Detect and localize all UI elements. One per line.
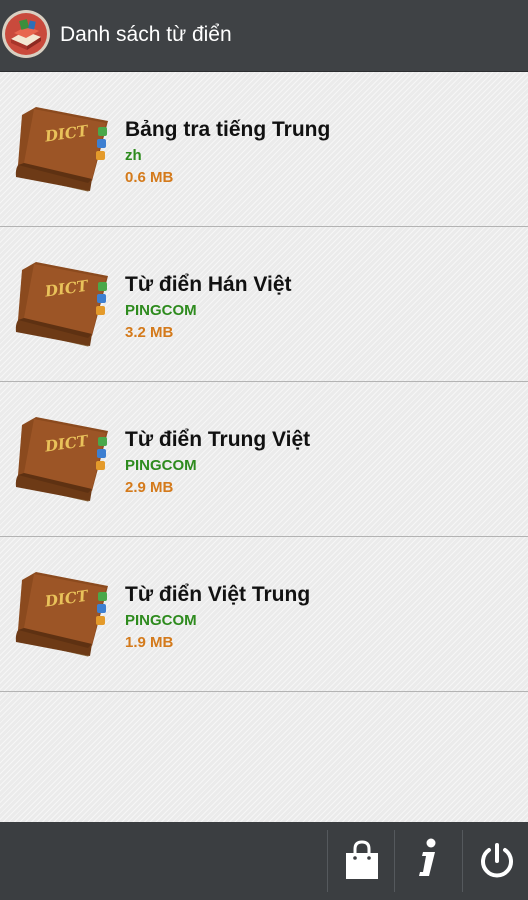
dictionary-author: PINGCOM [125,302,197,319]
dictionary-app-icon[interactable] [1,9,51,59]
dictionary-name: Bảng tra tiếng Trung [125,118,331,141]
dictionary-author: PINGCOM [125,457,197,474]
dictionary-name: Từ điển Hán Việt [125,273,292,296]
dictionary-book-icon: DICT [15,107,108,192]
dictionary-book-icon: DICT [15,262,108,347]
dictionary-author: zh [125,147,142,164]
dictionary-book-icon: DICT [15,572,108,657]
store-button[interactable] [328,822,394,900]
list-item[interactable]: DICT Bảng tra tiếng Trung zh 0.6 MB [0,72,528,227]
power-icon [481,843,513,878]
info-icon [419,838,436,876]
dictionary-size: 2.9 MB [125,479,174,496]
app-bar: Danh sách từ điển [0,0,528,72]
dictionary-size: 3.2 MB [125,324,174,341]
page-title: Danh sách từ điển [60,23,232,46]
list-item[interactable]: DICT Từ điển Trung Việt PINGCOM 2.9 MB [0,382,528,537]
dictionary-name: Từ điển Trung Việt [125,428,311,451]
list-item[interactable]: DICT Từ điển Việt Trung PINGCOM 1.9 MB [0,537,528,692]
exit-button[interactable] [463,822,528,900]
shopping-bag-icon [346,840,378,879]
bottom-action-bar [0,822,528,900]
dictionary-book-icon: DICT [15,417,108,502]
dictionary-size: 1.9 MB [125,634,174,651]
list-item[interactable]: DICT Từ điển Hán Việt PINGCOM 3.2 MB [0,227,528,382]
info-button[interactable] [395,822,461,900]
dictionary-author: PINGCOM [125,612,197,629]
dictionary-list: DICT Bảng tra tiếng Trung zh 0.6 MB DICT… [0,72,528,822]
dictionary-size: 0.6 MB [125,169,174,186]
dictionary-name: Từ điển Việt Trung [125,583,311,606]
